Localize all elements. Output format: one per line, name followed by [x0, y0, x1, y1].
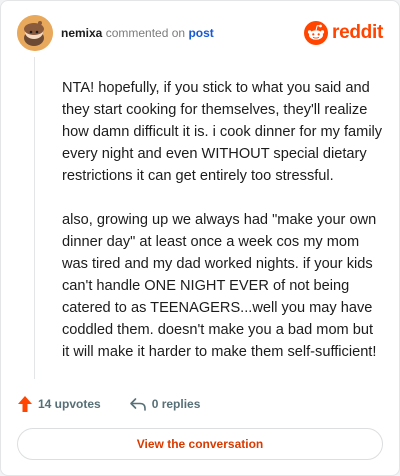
comment-byline: nemixa commented on post	[61, 26, 214, 40]
comment-body: NTA! hopefully, if you stick to what you…	[62, 77, 384, 385]
user-avatar[interactable]	[17, 15, 53, 51]
reply-count: 0 replies	[151, 397, 201, 411]
thread-line	[34, 57, 35, 379]
author-username[interactable]: nemixa	[61, 26, 102, 40]
comment-actions: 14 upvotes 0 replies	[17, 394, 200, 414]
snoo-avatar-icon	[17, 15, 53, 51]
reddit-logo-icon	[304, 21, 329, 45]
reddit-logo[interactable]: reddit	[304, 19, 383, 47]
post-link[interactable]: post	[188, 26, 213, 40]
comment-paragraph: NTA! hopefully, if you stick to what you…	[62, 80, 383, 184]
reddit-wordmark: reddit	[332, 22, 383, 43]
action-text: commented on	[105, 26, 186, 40]
replies-button[interactable]: 0 replies	[129, 396, 201, 412]
upvote-count: 14 upvotes	[38, 397, 101, 411]
upvote-arrow-icon	[18, 396, 32, 412]
upvote-button[interactable]: 14 upvotes	[17, 395, 101, 413]
embedded-comment-card: nemixa commented on post reddit NTA! hop…	[0, 0, 400, 476]
comment-header: nemixa commented on post reddit	[17, 15, 383, 51]
view-conversation-button[interactable]: View the conversation	[17, 428, 383, 460]
comment-paragraph: also, growing up we always had "make you…	[62, 212, 377, 360]
reply-arrow-icon	[129, 398, 146, 411]
